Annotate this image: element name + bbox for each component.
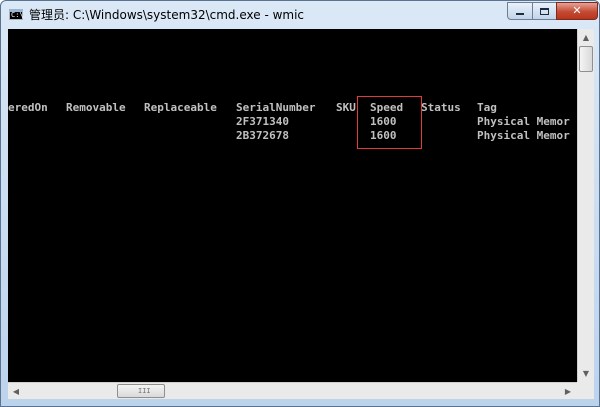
console-output[interactable]: eredOn Removable Replaceable SerialNumbe… [8,29,577,382]
vertical-scrollbar[interactable]: ▲ ▼ [577,29,594,382]
arrow-left-icon: ◀ [12,386,20,396]
arrow-up-icon: ▲ [582,32,590,42]
tag-cell: Physical Memor [477,129,570,142]
scroll-up-button[interactable]: ▲ [578,29,594,46]
close-icon: ✕ [572,4,582,17]
tag-cell: Physical Memor [477,115,570,128]
column-header: SerialNumber [236,101,316,114]
column-header: Status [421,101,461,114]
arrow-right-icon: ▶ [564,386,572,396]
header-row: eredOn Removable Replaceable SerialNumbe… [8,101,577,115]
column-header: SKU [336,101,356,114]
scroll-right-button[interactable]: ▶ [560,383,576,400]
table-row: 2F371340 1600 Physical Memor [8,115,577,129]
close-button[interactable]: ✕ [556,2,598,20]
cmd-app-icon[interactable]: C:\ [9,9,24,20]
arrow-down-icon: ▼ [582,368,590,378]
column-header: Removable [66,101,126,114]
grip-icon: III [138,387,151,395]
cmd-window: C:\ 管理员: C:\Windows\system32\cmd.exe - w… [0,0,600,407]
table-row: 2B372678 1600 Physical Memor [8,129,577,143]
column-header: Tag [477,101,497,114]
maximize-button[interactable] [532,2,557,20]
scroll-down-button[interactable]: ▼ [578,365,594,382]
vertical-scroll-thumb[interactable] [579,46,593,72]
serial-number-cell: 2F371340 [236,115,289,128]
window-title: 管理员: C:\Windows\system32\cmd.exe - wmic [29,8,305,22]
scrollbar-corner [577,382,594,399]
title-bar[interactable]: C:\ 管理员: C:\Windows\system32\cmd.exe - w… [1,1,599,29]
column-header: eredOn [8,101,48,114]
column-header: Replaceable [144,101,217,114]
scroll-left-button[interactable]: ◀ [8,383,24,400]
horizontal-scroll-thumb[interactable]: III [117,384,165,398]
horizontal-scrollbar[interactable]: ◀ III ▶ [8,382,577,399]
minimize-icon [516,13,524,15]
minimize-button[interactable] [507,2,533,20]
serial-number-cell: 2B372678 [236,129,289,142]
speed-highlight-box [357,96,422,149]
maximize-icon [540,7,549,15]
